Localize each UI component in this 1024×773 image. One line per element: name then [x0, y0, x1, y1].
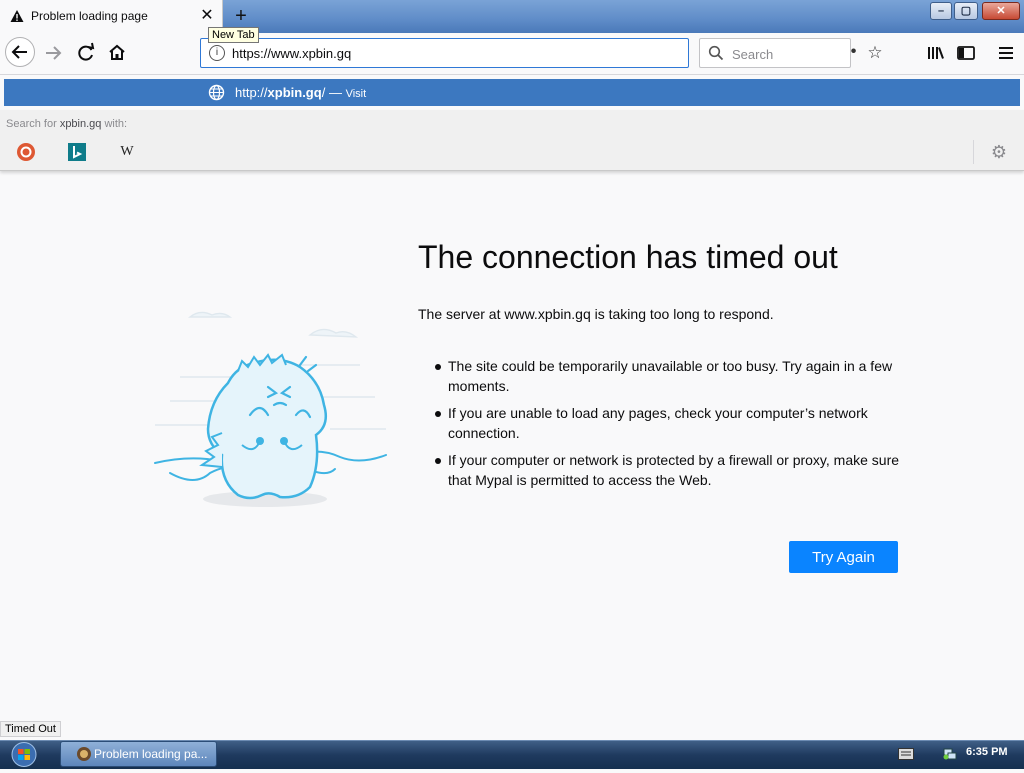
minimize-button[interactable]: –	[930, 2, 952, 20]
home-icon	[109, 44, 125, 60]
bing-icon[interactable]	[68, 143, 86, 161]
library-icon	[928, 47, 944, 59]
suggestion-text: http://xpbin.gq/ — Visit	[235, 85, 367, 100]
reload-icon	[78, 42, 95, 61]
error-description: The server at www.xpbin.gq is taking too…	[418, 306, 774, 322]
gear-icon[interactable]: ⚙	[989, 142, 1009, 162]
tab-close-icon[interactable]: ✕	[197, 6, 217, 26]
one-off-search-panel	[0, 110, 1024, 171]
search-bar[interactable]: Search	[699, 38, 851, 68]
close-window-button[interactable]: ✕	[982, 2, 1020, 20]
bookmark-star-icon[interactable]: ☆	[864, 39, 886, 67]
maximize-icon: ▢	[960, 5, 972, 17]
back-button[interactable]	[5, 37, 35, 67]
mypal-icon	[77, 747, 91, 761]
start-button[interactable]	[5, 741, 43, 768]
network-icon[interactable]	[942, 745, 958, 761]
tab-title: Problem loading page	[31, 9, 148, 23]
globe-icon	[208, 84, 225, 101]
taskbar-item-browser[interactable]: Problem loading pa...	[60, 741, 217, 767]
search-icon	[708, 45, 724, 61]
try-again-button[interactable]: Try Again	[789, 541, 898, 573]
list-item: If your computer or network is protected…	[430, 450, 902, 490]
sidebar-icon	[957, 46, 975, 60]
tab-problem-loading[interactable]: Problem loading page	[0, 0, 223, 33]
search-input[interactable]: Search	[732, 47, 773, 62]
hamburger-menu-icon	[999, 47, 1013, 59]
url-suggestion-row[interactable]: http://xpbin.gq/ — Visit	[4, 79, 1020, 106]
dinosaur-illustration	[154, 311, 387, 507]
page-title: The connection has timed out	[418, 239, 838, 275]
site-info-icon[interactable]: i	[209, 45, 225, 61]
new-tab-button[interactable]: +	[230, 5, 252, 27]
home-button[interactable]	[102, 38, 132, 68]
divider	[973, 140, 974, 164]
minimize-icon: –	[937, 5, 945, 17]
url-input[interactable]: https://www.xpbin.gq	[232, 46, 351, 61]
library-button[interactable]	[924, 38, 948, 68]
search-for-label: Search for xpbin.gq with:	[6, 118, 128, 130]
reload-button[interactable]	[71, 38, 101, 68]
forward-button[interactable]	[38, 38, 68, 68]
menu-button[interactable]	[994, 38, 1018, 68]
taskbar-item-label: Problem loading pa...	[94, 747, 208, 761]
back-arrow-icon	[11, 45, 27, 59]
error-suggestions-list: The site could be temporarily unavailabl…	[430, 356, 902, 497]
maximize-button[interactable]: ▢	[954, 2, 978, 20]
wikipedia-icon[interactable]: W	[118, 143, 136, 161]
clock: 6:35 PM	[966, 746, 1008, 758]
sidebar-button[interactable]	[954, 38, 978, 68]
list-item: If you are unable to load any pages, che…	[430, 403, 902, 443]
duckduckgo-icon[interactable]	[17, 143, 35, 161]
new-tab-tooltip: New Tab	[208, 27, 259, 43]
url-bar[interactable]: i https://www.xpbin.gq ••• ☆	[200, 38, 883, 68]
status-text: Timed Out	[0, 721, 61, 737]
close-icon: ✕	[996, 5, 1006, 17]
warning-icon	[10, 10, 24, 22]
visit-label: Visit	[345, 88, 367, 100]
list-item: The site could be temporarily unavailabl…	[430, 356, 902, 396]
forward-arrow-icon	[46, 46, 62, 60]
windows-logo-icon	[11, 742, 37, 767]
keyboard-icon[interactable]	[898, 748, 914, 760]
